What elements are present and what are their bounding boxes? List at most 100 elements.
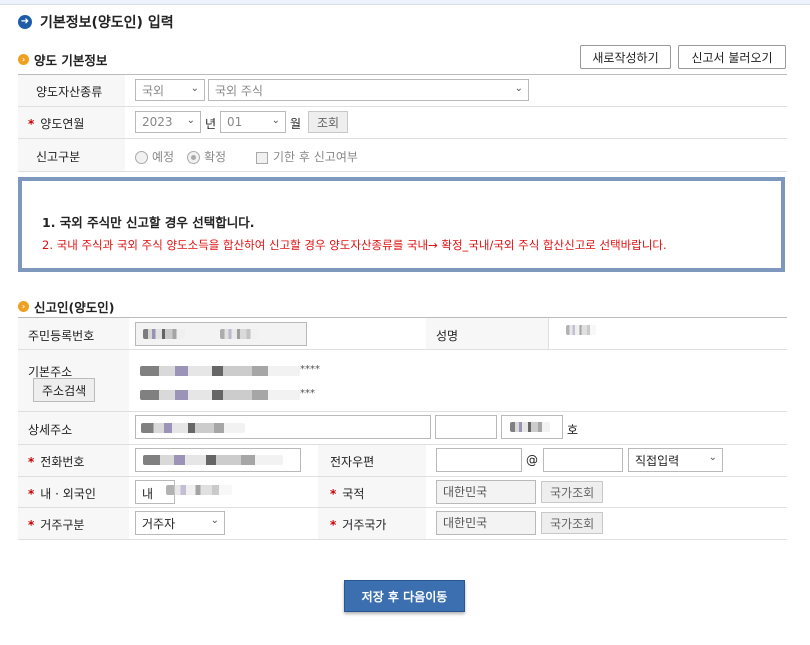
row-divider [18, 539, 787, 540]
chevron-down-icon: ⌄ [271, 115, 280, 126]
email-domain-select[interactable]: 직접입력 ⌄ [628, 448, 723, 472]
address-line-2-suffix: *** [300, 388, 315, 399]
residence-select-value: 거주자 [142, 516, 176, 531]
nationality-type-label-text: 내 · 외국인 [40, 487, 96, 501]
chevron-down-icon: ⌄ [514, 83, 523, 94]
row-divider [18, 476, 787, 477]
top-strip [0, 0, 810, 5]
table-top-border [18, 74, 787, 75]
radio-final[interactable]: 확정 [187, 148, 226, 165]
residence-country-query-button[interactable]: 국가조회 [541, 512, 604, 534]
required-mark: * [28, 518, 35, 532]
country-label: * 국적 [330, 485, 364, 502]
required-mark: * [330, 487, 337, 501]
bullet-arrow-icon: › [18, 301, 29, 312]
late-report-checkbox[interactable]: 기한 후 신고여부 [256, 148, 358, 165]
page-title-text: 기본정보(양도인) 입력 [40, 15, 174, 31]
detail-address-masked [141, 423, 245, 433]
row-divider [18, 444, 787, 445]
section-title-transfer-info: › 양도 기본정보 [18, 50, 107, 69]
new-report-button[interactable]: 새로작성하기 [580, 45, 671, 69]
address-line-1-masked [140, 366, 300, 376]
radio-final-label: 확정 [204, 150, 227, 164]
radio-selected-icon [187, 151, 200, 164]
transfer-period-label: * 양도연월 [28, 115, 84, 132]
ho-suffix: 호 [567, 423, 579, 437]
residence-label: * 거주구분 [28, 516, 84, 533]
email-domain-select-value: 직접입력 [635, 453, 680, 468]
country-field: 대한민국 [436, 480, 536, 504]
notice-line-2: 2. 국내 주식과 국외 주식 양도소득을 합산하여 신고할 경우 양도자산종류… [42, 238, 667, 252]
residence-select[interactable]: 거주자 ⌄ [135, 511, 225, 535]
asset-type-select-2[interactable]: 국외 주식 ⌄ [208, 79, 529, 101]
required-mark: * [28, 455, 35, 469]
residence-label-text: 거주구분 [40, 518, 85, 532]
email-at-sign: @ [526, 453, 538, 467]
page-title: ➜ 기본정보(양도인) 입력 [18, 12, 174, 32]
cell-divider [548, 318, 549, 349]
address-line-2-masked [140, 390, 300, 400]
rrn-label: 주민등록번호 [28, 329, 95, 343]
chevron-down-icon: ⌄ [708, 452, 717, 463]
asset-type-value-2: 국외 주식 [215, 83, 263, 98]
address-search-button[interactable]: 주소검색 [33, 378, 96, 402]
detail-address-label: 상세주소 [28, 423, 73, 437]
load-report-button[interactable]: 신고서 불러오기 [678, 45, 786, 69]
query-button[interactable]: 조회 [308, 111, 349, 133]
radio-preliminary-label: 예정 [152, 150, 175, 164]
section-title-text: 양도 기본정보 [34, 53, 108, 68]
residence-country-label: * 거주국가 [330, 516, 386, 533]
report-type-label: 신고구분 [36, 150, 81, 164]
email-domain-input[interactable] [543, 448, 623, 472]
save-next-button[interactable]: 저장 후 다음이동 [344, 580, 465, 612]
residence-country-field: 대한민국 [436, 511, 536, 535]
residence-country-label-text: 거주국가 [342, 518, 387, 532]
email-label: 전자우편 [330, 455, 375, 469]
year-value: 2023 [142, 115, 173, 129]
chevron-down-icon: ⌄ [186, 115, 195, 126]
nationality-masked [166, 485, 232, 495]
phone-masked [143, 455, 283, 465]
chevron-down-icon: ⌄ [210, 515, 219, 526]
row-divider [18, 138, 787, 139]
section-title-text: 신고인(양도인) [34, 300, 115, 315]
month-unit: 월 [290, 117, 302, 131]
late-report-label: 기한 후 신고여부 [273, 150, 358, 164]
phone-label: * 전화번호 [28, 453, 84, 470]
bullet-arrow-icon: › [18, 54, 29, 65]
required-mark: * [330, 518, 337, 532]
country-query-button[interactable]: 국가조회 [541, 481, 604, 503]
table-top-border [18, 317, 787, 318]
name-label: 성명 [436, 329, 459, 343]
notice-line-1: 1. 국외 주식만 신고할 경우 선택합니다. [42, 215, 255, 230]
row-divider [18, 507, 787, 508]
checkbox-icon [256, 151, 268, 164]
required-mark: * [28, 117, 35, 131]
nationality-type-value: 내 [142, 487, 154, 501]
rrn-masked-1 [143, 329, 185, 339]
row-divider [18, 106, 787, 107]
rrn-masked-2 [220, 329, 258, 339]
detail-address-dong-input[interactable] [435, 415, 497, 439]
chevron-down-icon: ⌄ [190, 83, 199, 94]
email-id-input[interactable] [436, 448, 522, 472]
country-label-text: 국적 [342, 487, 365, 501]
month-select[interactable]: 01 ⌄ [220, 111, 286, 133]
year-unit: 년 [205, 117, 217, 131]
name-masked [566, 325, 596, 335]
section-title-reporter: › 신고인(양도인) [18, 297, 114, 316]
radio-icon [135, 151, 148, 164]
asset-type-label: 양도자산종류 [36, 85, 103, 99]
row-divider [18, 411, 787, 412]
transfer-period-label-text: 양도연월 [40, 117, 85, 131]
asset-type-select-1[interactable]: 국외 ⌄ [135, 79, 205, 101]
address-line-1-suffix: **** [300, 364, 320, 375]
phone-label-text: 전화번호 [40, 455, 85, 469]
radio-preliminary[interactable]: 예정 [135, 148, 174, 165]
detail-ho-masked [510, 422, 550, 432]
asset-type-value-1: 국외 [142, 83, 165, 98]
row-divider [18, 349, 787, 350]
month-value: 01 [227, 115, 243, 129]
arrow-circle-icon: ➜ [18, 15, 32, 29]
year-select[interactable]: 2023 ⌄ [135, 111, 201, 133]
